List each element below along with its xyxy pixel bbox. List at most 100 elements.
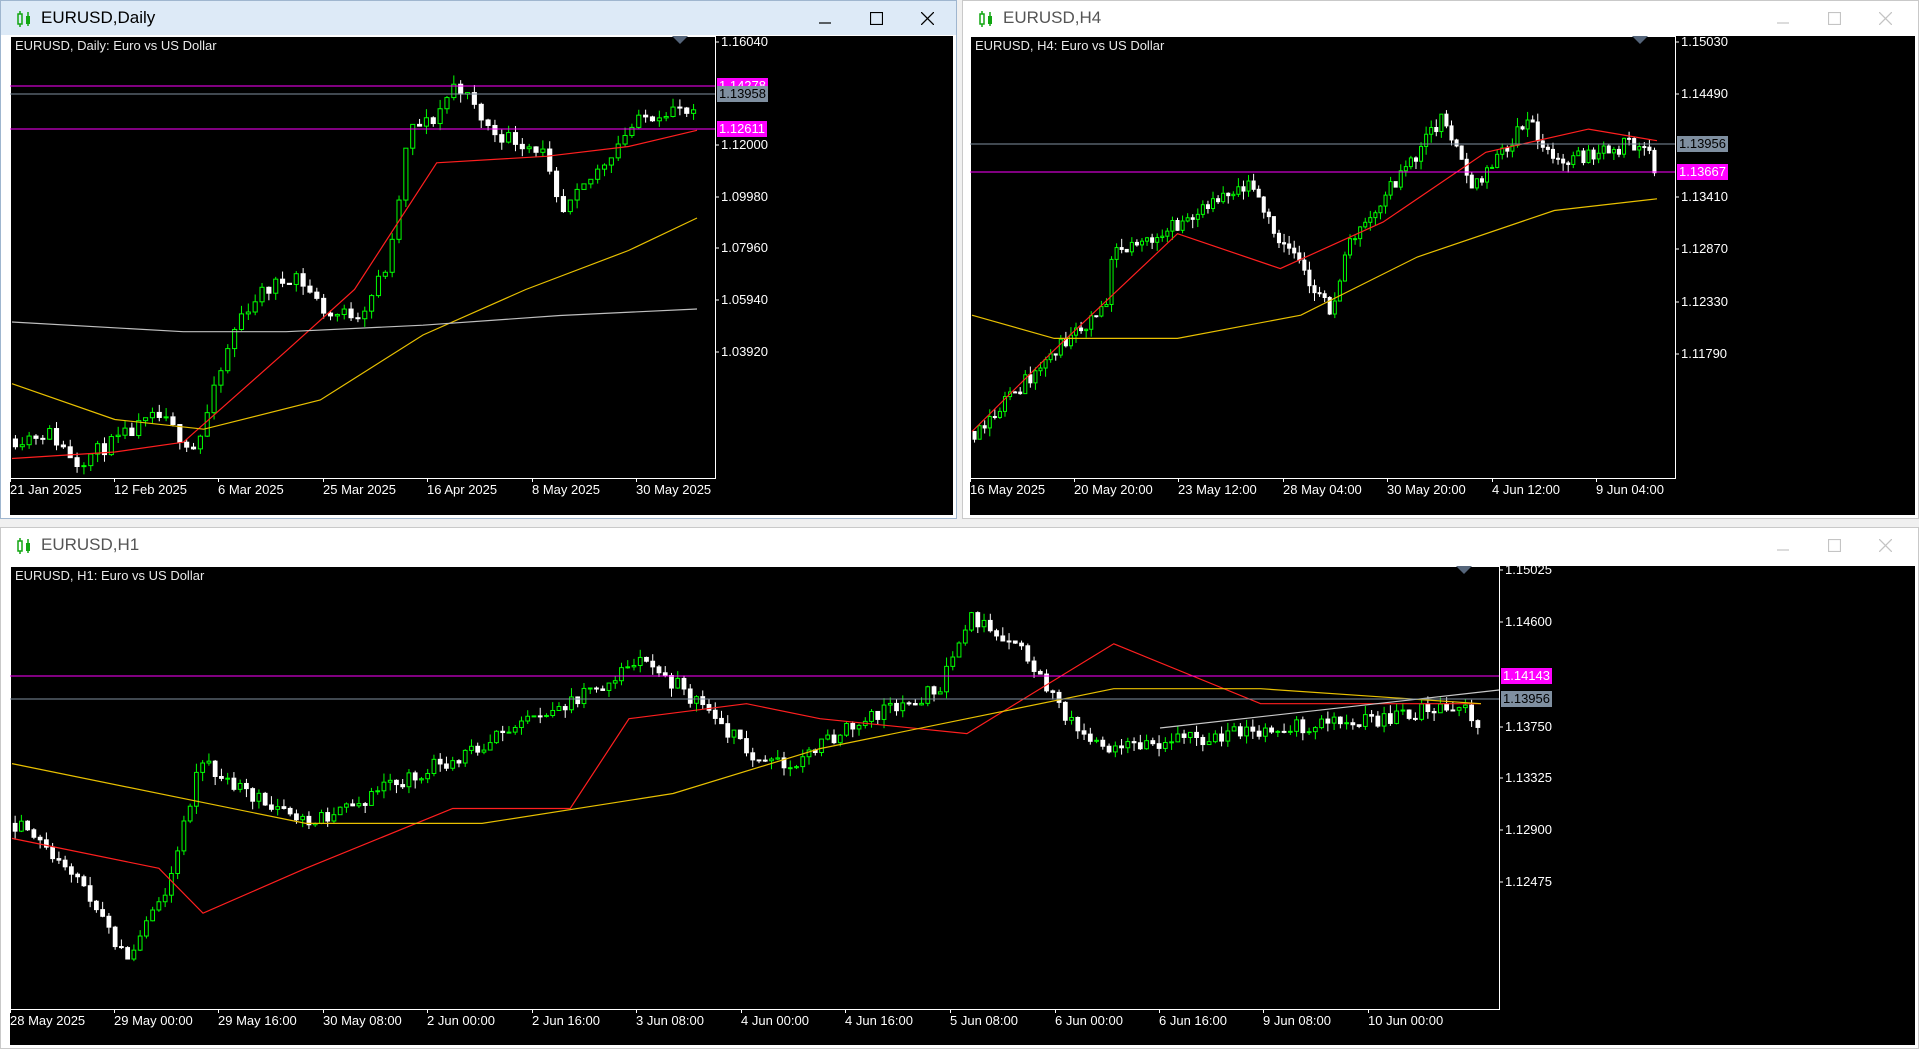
candle-body bbox=[1530, 119, 1535, 123]
candle-body bbox=[156, 411, 162, 418]
time-axis-label: 4 Jun 16:00 bbox=[845, 1013, 913, 1028]
candle-body bbox=[1601, 145, 1606, 154]
candle-body bbox=[615, 143, 621, 159]
candlestick-chart-icon bbox=[17, 11, 30, 27]
price-axis-label: 1.12330 bbox=[1681, 294, 1728, 309]
candle-body bbox=[775, 757, 781, 760]
candle-body bbox=[88, 453, 94, 467]
candle-body bbox=[125, 947, 131, 960]
candle-body bbox=[900, 702, 906, 712]
minimize-button[interactable] bbox=[1760, 528, 1806, 562]
minimize-button[interactable] bbox=[802, 1, 848, 35]
price-chart-daily[interactable]: EURUSD, Daily: Euro vs US Dollar 1.14278… bbox=[10, 36, 953, 515]
candle-body bbox=[622, 134, 628, 145]
window-eurusd-h1[interactable]: EURUSD,H1 EURUSD, H1: Euro vs US Dollar … bbox=[0, 527, 1919, 1049]
candle-body bbox=[962, 629, 968, 644]
window-titlebar[interactable]: EURUSD,H4 bbox=[963, 1, 1918, 35]
window-titlebar[interactable]: EURUSD,Daily bbox=[1, 1, 956, 35]
candle-body bbox=[1347, 238, 1353, 256]
window-titlebar[interactable]: EURUSD,H1 bbox=[1, 528, 1918, 562]
candle-body bbox=[269, 804, 274, 810]
candle-body bbox=[562, 706, 568, 711]
candle-body bbox=[381, 781, 387, 792]
candle-body bbox=[12, 822, 18, 832]
candle-body bbox=[1456, 707, 1462, 711]
candle-body bbox=[281, 806, 287, 809]
time-axis-label: 8 May 2025 bbox=[532, 482, 600, 497]
candle-body bbox=[1611, 148, 1616, 154]
candle-body bbox=[931, 686, 937, 695]
candle-body bbox=[601, 164, 608, 170]
candle-body bbox=[389, 238, 395, 273]
candle-body bbox=[574, 188, 580, 201]
candle-body bbox=[1616, 148, 1621, 155]
candle-body bbox=[1454, 139, 1459, 147]
candle-body bbox=[1033, 370, 1038, 384]
candle-body bbox=[280, 278, 286, 284]
candle-body bbox=[375, 790, 381, 793]
candle-body bbox=[656, 666, 662, 674]
candle-body bbox=[1043, 359, 1048, 369]
candle-body bbox=[1419, 703, 1424, 720]
candle-body bbox=[1100, 739, 1106, 747]
candle-body bbox=[12, 438, 18, 448]
candle-body bbox=[819, 738, 824, 754]
maximize-button[interactable] bbox=[1811, 528, 1857, 562]
chart-shift-marker[interactable] bbox=[1632, 36, 1648, 44]
price-chart-h1[interactable]: EURUSD, H1: Euro vs US Dollar 1.14143 1.1… bbox=[10, 566, 1915, 1045]
price-axis-label: 1.05940 bbox=[721, 292, 768, 307]
candle-body bbox=[1464, 158, 1469, 176]
candle-body bbox=[1403, 166, 1408, 172]
candle-body bbox=[1180, 220, 1185, 231]
candle-body bbox=[26, 435, 32, 446]
horizontal-line-price-tag: 1.14143 bbox=[1501, 668, 1552, 684]
candle-body bbox=[887, 702, 893, 706]
candle-body bbox=[1413, 157, 1419, 162]
window-eurusd-h4[interactable]: EURUSD,H4 EURUSD, H4: Euro vs US Dollar … bbox=[962, 0, 1919, 519]
price-axis-label: 1.15030 bbox=[1681, 36, 1728, 49]
maximize-button[interactable] bbox=[853, 1, 899, 35]
candle-body bbox=[1369, 714, 1374, 717]
candle-body bbox=[944, 665, 949, 693]
candle-body bbox=[969, 612, 974, 631]
candle-body bbox=[1139, 240, 1145, 246]
candle-body bbox=[1425, 703, 1431, 712]
chart-shift-marker[interactable] bbox=[1456, 566, 1472, 574]
minimize-button[interactable] bbox=[1760, 1, 1806, 35]
candle-body bbox=[1237, 726, 1243, 737]
candle-body bbox=[1068, 334, 1073, 347]
candle-body bbox=[825, 734, 831, 740]
close-button[interactable] bbox=[1862, 1, 1908, 35]
candle-body bbox=[1375, 715, 1381, 727]
time-axis-label: 30 May 08:00 bbox=[323, 1013, 402, 1028]
candle-body bbox=[1322, 293, 1327, 299]
candle-body bbox=[1378, 205, 1383, 214]
close-button[interactable] bbox=[904, 1, 950, 35]
candle-body bbox=[687, 688, 693, 704]
candle-body bbox=[327, 312, 334, 317]
candle-body bbox=[1094, 739, 1099, 742]
candle-body bbox=[1156, 743, 1162, 749]
close-icon bbox=[1878, 11, 1892, 25]
close-button[interactable] bbox=[1862, 528, 1908, 562]
candle-body bbox=[675, 677, 681, 689]
candle-body bbox=[197, 435, 203, 450]
candle-body bbox=[595, 168, 601, 180]
price-chart-h4[interactable]: EURUSD, H4: Euro vs US Dollar 1.13956 1.1… bbox=[970, 36, 1915, 515]
maximize-button[interactable] bbox=[1811, 1, 1857, 35]
window-eurusd-daily[interactable]: EURUSD,Daily EURUSD, Daily: Euro vs US D… bbox=[0, 0, 957, 519]
moving-average-line bbox=[971, 198, 1658, 339]
time-axis-label: 16 Apr 2025 bbox=[427, 482, 498, 497]
candle-body bbox=[266, 286, 272, 294]
horizontal-line-price-tag: 1.13958 bbox=[717, 86, 768, 102]
candle-body bbox=[694, 696, 699, 704]
candle-body bbox=[643, 114, 649, 118]
candle-body bbox=[287, 807, 293, 815]
candle-body bbox=[450, 760, 456, 769]
chart-shift-marker[interactable] bbox=[672, 36, 688, 44]
candle-body bbox=[1281, 730, 1287, 733]
candle-body bbox=[982, 425, 987, 429]
candle-body bbox=[1231, 726, 1237, 732]
candle-body bbox=[1028, 374, 1033, 384]
price-axis-label: 1.09980 bbox=[721, 189, 768, 204]
